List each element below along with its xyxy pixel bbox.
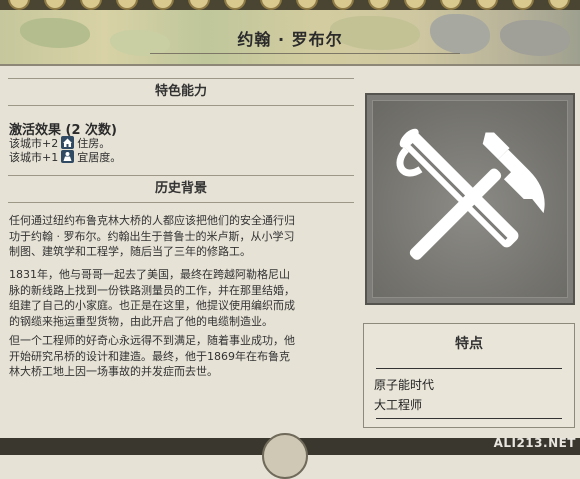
ability-effect-text: 该城市+1 <box>9 151 59 164</box>
history-line: 但一个工程师的好奇心永远得不到满足，随着事业成功，他 <box>9 334 295 347</box>
housing-icon <box>61 136 75 149</box>
history-paragraph: 1831年，他与哥哥一起去了美国，最终在跨越阿勒格尼山 脉的新线路上找到一份铁路… <box>9 267 369 329</box>
top-strip-icon[interactable] <box>152 0 174 10</box>
traits-divider <box>376 368 562 369</box>
top-icon-strip <box>0 0 580 10</box>
history-line: 制图、建筑学和工程学，随后当了三年的修路工。 <box>9 245 251 258</box>
history-line: 脉的新线路上找到一份铁路测量员的工作，并在那里结婚， <box>9 283 295 297</box>
header-divider <box>150 53 460 54</box>
history-line: 1831年，他与哥哥一起去了美国，最终在跨越阿勒格尼山 <box>9 268 290 281</box>
trait-class: 大工程师 <box>374 398 423 412</box>
watermark: ALI213.NET <box>493 436 576 450</box>
top-strip-icon[interactable] <box>80 0 102 10</box>
traits-divider <box>376 418 562 419</box>
top-strip-icon[interactable] <box>476 0 498 10</box>
top-strip-icon[interactable] <box>224 0 246 10</box>
ability-effect-text: 宜居度。 <box>77 151 122 164</box>
top-strip-icon[interactable] <box>116 0 138 10</box>
top-strip-icon[interactable] <box>440 0 462 10</box>
traits-title: 特点 <box>455 336 483 352</box>
history-line: 开始研究吊桥的设计和建造。最终，他于1869年在布鲁克 <box>9 349 290 363</box>
trait-era: 原子能时代 <box>374 378 435 392</box>
top-strip-icon[interactable] <box>8 0 30 10</box>
ability-section-header: 特色能力 <box>8 78 354 106</box>
top-strip-icon[interactable] <box>188 0 210 10</box>
history-line: 林大桥工地上因一场事故的并发症而去世。 <box>9 365 218 378</box>
great-person-portrait <box>365 93 575 305</box>
history-line: 的钢缆来拖运重型货物，由此开启了他的电缆制造业。 <box>9 314 273 328</box>
top-strip-icon[interactable] <box>296 0 318 10</box>
history-paragraph: 任何通过纽约布鲁克林大桥的人都应该把他们的安全通行归 功于约翰 · 罗布尔。约翰… <box>9 213 369 260</box>
top-strip-icon[interactable] <box>44 0 66 10</box>
top-strip-icon[interactable] <box>368 0 390 10</box>
history-line: 任何通过纽约布鲁克林大桥的人都应该把他们的安全通行归 <box>9 214 295 227</box>
history-line: 功于约翰 · 罗布尔。约翰出生于普鲁士的米卢斯，从小学习 <box>9 229 295 243</box>
history-line: 组建了自己的小家庭。也正是在这里，他提议使用编织而成 <box>9 299 295 312</box>
engineer-tools-icon <box>396 128 545 260</box>
amenities-icon <box>61 150 75 163</box>
top-strip-icon[interactable] <box>332 0 354 10</box>
top-strip-icon[interactable] <box>404 0 426 10</box>
traits-panel: 特点 原子能时代 大工程师 <box>363 323 575 428</box>
bottom-ornament <box>262 433 308 479</box>
header-banner: 约翰 · 罗布尔 <box>0 10 580 66</box>
ability-effect-amenities: 该城市+1 宜居度。 <box>9 149 121 165</box>
top-strip-icon[interactable] <box>548 0 570 10</box>
top-strip-icon[interactable] <box>512 0 534 10</box>
history-paragraph: 但一个工程师的好奇心永远得不到满足，随着事业成功，他 开始研究吊桥的设计和建造。… <box>9 333 369 380</box>
page-title: 约翰 · 罗布尔 <box>237 30 343 49</box>
history-section-header: 历史背景 <box>8 175 354 203</box>
top-strip-icon[interactable] <box>260 0 282 10</box>
